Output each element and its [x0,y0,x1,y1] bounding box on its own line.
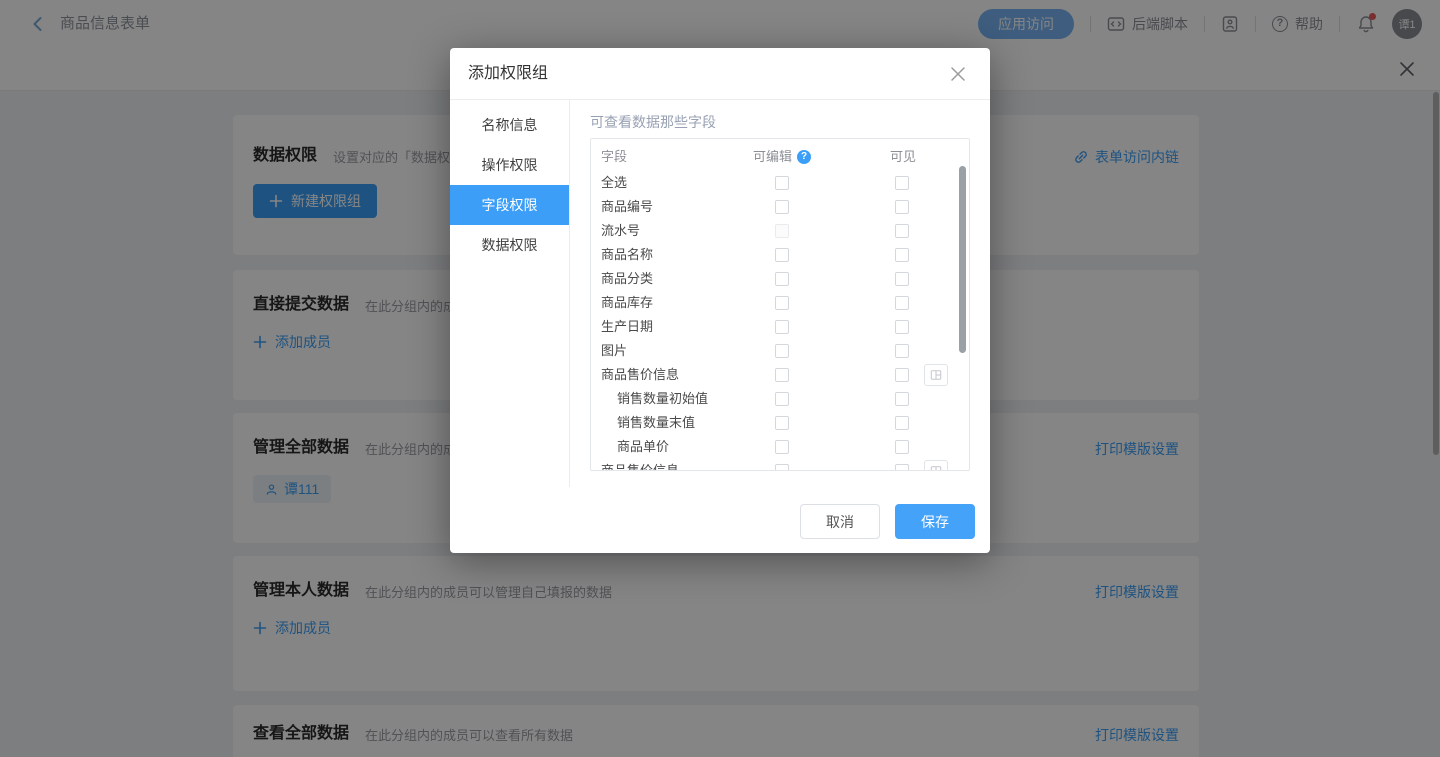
editable-checkbox[interactable] [775,296,789,310]
cancel-button[interactable]: 取消 [800,504,880,539]
field-label: 商品售价信息 [601,363,679,387]
field-row-7: 图片 [591,339,969,363]
field-row-2: 流水号 [591,219,969,243]
modal-tab-2[interactable]: 字段权限 [450,185,569,225]
visible-checkbox[interactable] [895,176,909,190]
modal-tab-3[interactable]: 数据权限 [450,225,569,265]
visible-checkbox[interactable] [895,344,909,358]
field-permission-table: 字段 可编辑 ? 可见 全选商品编号流水号商品名称商品分类商品库存生产日期图片商… [590,138,970,471]
editable-checkbox[interactable] [775,440,789,454]
modal-tab-0[interactable]: 名称信息 [450,105,569,145]
field-row-10: 销售数量末值 [591,411,969,435]
field-row-1: 商品编号 [591,195,969,219]
field-row-3: 商品名称 [591,243,969,267]
field-label: 全选 [601,171,627,195]
field-permission-panel: 可查看数据那些字段 字段 可编辑 ? 可见 全选商品编号流水号商品名称商品分类商… [570,100,990,487]
visible-checkbox[interactable] [895,464,909,471]
field-row-4: 商品分类 [591,267,969,291]
field-label: 商品售价信息 [601,459,679,471]
editable-checkbox [775,224,789,238]
visible-checkbox[interactable] [895,416,909,430]
add-permission-group-modal: 添加权限组 名称信息操作权限字段权限数据权限 可查看数据那些字段 字段 可编辑 … [450,48,990,553]
editable-checkbox[interactable] [775,416,789,430]
editable-checkbox[interactable] [775,200,789,214]
field-label: 销售数量初始值 [617,387,708,411]
modal-tab-column: 名称信息操作权限字段权限数据权限 [450,100,570,487]
field-label: 流水号 [601,219,640,243]
field-label: 生产日期 [601,315,653,339]
visible-checkbox[interactable] [895,392,909,406]
editable-checkbox[interactable] [775,392,789,406]
field-row-11: 商品单价 [591,435,969,459]
field-label: 商品单价 [617,435,669,459]
editable-checkbox[interactable] [775,272,789,286]
screen: 商品信息表单 应用访问 后端脚本 ? 帮助 [0,0,1440,757]
field-label: 图片 [601,339,627,363]
editable-checkbox[interactable] [775,176,789,190]
modal-title: 添加权限组 [468,48,548,100]
visible-checkbox[interactable] [895,368,909,382]
editable-header-label: 可编辑 [753,147,792,167]
visible-checkbox[interactable] [895,296,909,310]
field-label: 商品库存 [601,291,653,315]
table-scrollbar-thumb[interactable] [959,166,966,353]
editable-checkbox[interactable] [775,464,789,471]
editable-checkbox[interactable] [775,344,789,358]
modal-body: 名称信息操作权限字段权限数据权限 可查看数据那些字段 字段 可编辑 ? 可见 全… [450,100,990,487]
visible-checkbox[interactable] [895,272,909,286]
visible-checkbox[interactable] [895,224,909,238]
editable-checkbox[interactable] [775,368,789,382]
field-label: 销售数量末值 [617,411,695,435]
field-row-8: 商品售价信息 [591,363,969,387]
field-row-0: 全选 [591,171,969,195]
visible-checkbox[interactable] [895,320,909,334]
field-table-rows: 全选商品编号流水号商品名称商品分类商品库存生产日期图片商品售价信息销售数量初始值… [591,171,969,471]
table-header-row: 字段 可编辑 ? 可见 [591,147,969,171]
modal-tab-1[interactable]: 操作权限 [450,145,569,185]
field-label: 商品名称 [601,243,653,267]
modal-header: 添加权限组 [450,48,990,100]
modal-close-icon[interactable] [948,64,968,84]
field-label: 商品分类 [601,267,653,291]
column-header-visible: 可见 [881,147,925,167]
field-row-5: 商品库存 [591,291,969,315]
subform-settings-icon[interactable] [924,460,948,471]
visible-checkbox[interactable] [895,200,909,214]
editable-checkbox[interactable] [775,320,789,334]
subform-settings-icon[interactable] [924,364,948,386]
visible-checkbox[interactable] [895,440,909,454]
column-header-editable: 可编辑 ? [739,147,825,167]
field-row-6: 生产日期 [591,315,969,339]
section-title: 可查看数据那些字段 [590,112,970,138]
save-button[interactable]: 保存 [895,504,975,539]
editable-checkbox[interactable] [775,248,789,262]
field-row-9: 销售数量初始值 [591,387,969,411]
field-row-12: 商品售价信息 [591,459,969,471]
column-header-field: 字段 [601,147,627,167]
help-icon[interactable]: ? [797,150,811,164]
visible-checkbox[interactable] [895,248,909,262]
field-label: 商品编号 [601,195,653,219]
modal-footer: 取消 保存 [450,487,990,553]
